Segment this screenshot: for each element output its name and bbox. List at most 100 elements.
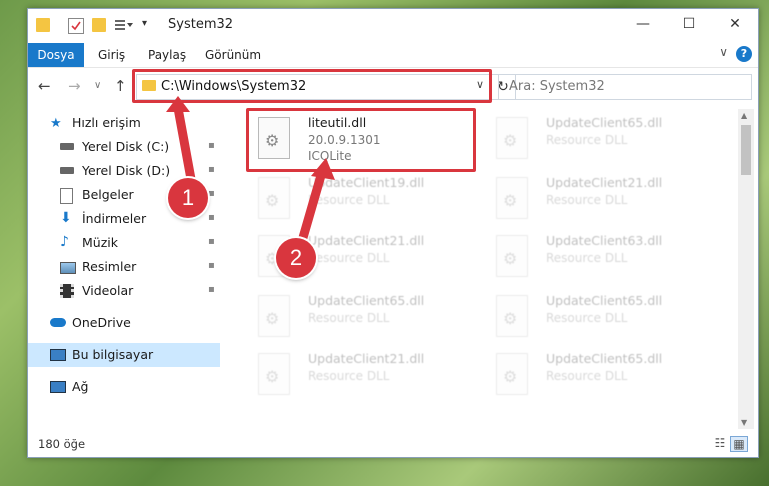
file-item[interactable]: ⚙ UpdateClient65.dll Resource DLL: [478, 291, 708, 347]
music-icon: ♪: [60, 234, 69, 250]
title-bar: ▾ System32 — ☐ ✕: [28, 9, 758, 41]
recent-locations-button[interactable]: ∨: [94, 80, 101, 91]
sidebar-item-local-disk-c[interactable]: Yerel Disk (C:) ▪: [28, 135, 220, 159]
file-name: UpdateClient21.dll: [546, 175, 663, 190]
customize-toolbar-icon[interactable]: [114, 18, 134, 32]
maximize-button[interactable]: ☐: [666, 9, 712, 39]
documents-icon: [60, 188, 73, 204]
drive-icon: [60, 167, 74, 174]
file-item[interactable]: ⚙ UpdateClient65.dll Resource DLL: [240, 291, 470, 347]
pin-icon[interactable]: ▪: [208, 236, 215, 247]
file-description: Resource DLL: [308, 193, 390, 207]
sidebar-item-label: Bu bilgisayar: [72, 347, 154, 362]
sidebar-item-label: Hızlı erişim: [72, 115, 141, 130]
file-item[interactable]: ⚙ UpdateClient65.dll Resource DLL: [478, 113, 708, 169]
step-badge-1: 1: [168, 178, 208, 218]
file-item[interactable]: ⚙ UpdateClient65.dll Resource DLL: [478, 349, 708, 405]
sidebar-item-label: Yerel Disk (D:): [82, 163, 171, 178]
dll-file-icon: ⚙: [496, 235, 528, 277]
sidebar-item-label: Resimler: [82, 259, 137, 274]
sidebar-item-quick-access[interactable]: ★ Hızlı erişim: [28, 111, 220, 135]
scroll-thumb[interactable]: [741, 125, 751, 175]
pin-icon[interactable]: ▪: [208, 212, 215, 223]
file-description: Resource DLL: [546, 133, 628, 147]
pin-icon[interactable]: ▪: [208, 284, 215, 295]
file-name: UpdateClient65.dll: [546, 351, 663, 366]
new-folder-icon[interactable]: [92, 18, 106, 32]
file-name: UpdateClient63.dll: [546, 233, 663, 248]
vertical-scrollbar[interactable]: ▲ ▼: [738, 109, 754, 429]
file-description: Resource DLL: [546, 311, 628, 325]
dll-file-icon: ⚙: [258, 353, 290, 395]
file-description: Resource DLL: [546, 369, 628, 383]
sidebar-item-label: Videolar: [82, 283, 134, 298]
help-icon[interactable]: ?: [736, 46, 752, 62]
file-item[interactable]: ⚙ UpdateClient21.dll Resource DLL: [240, 231, 470, 287]
file-name: UpdateClient65.dll: [308, 293, 425, 308]
pin-icon[interactable]: ▪: [208, 140, 215, 151]
dll-file-icon: ⚙: [258, 295, 290, 337]
file-name: UpdateClient21.dll: [308, 233, 425, 248]
file-description: Resource DLL: [546, 251, 628, 265]
network-icon: [50, 381, 66, 393]
minimize-button[interactable]: —: [620, 9, 666, 39]
file-item[interactable]: ⚙ UpdateClient63.dll Resource DLL: [478, 231, 708, 287]
dll-file-icon: ⚙: [258, 177, 290, 219]
tab-file[interactable]: Dosya: [28, 43, 84, 67]
step-badge-2: 2: [276, 238, 316, 278]
file-item[interactable]: ⚙ UpdateClient21.dll Resource DLL: [240, 349, 470, 405]
file-highlight: [246, 108, 476, 172]
search-placeholder: Ara: System32: [509, 79, 605, 94]
tab-share[interactable]: Paylaş: [148, 43, 186, 67]
sidebar-item-this-pc[interactable]: Bu bilgisayar: [28, 343, 220, 367]
close-button[interactable]: ✕: [712, 9, 758, 39]
pin-icon[interactable]: ▪: [208, 260, 215, 271]
dll-file-icon: ⚙: [496, 353, 528, 395]
up-button[interactable]: ↑: [114, 77, 127, 95]
sidebar-item-pictures[interactable]: Resimler ▪: [28, 255, 220, 279]
navigation-pane: ★ Hızlı erişim Yerel Disk (C:) ▪ Yerel D…: [28, 109, 220, 429]
collapse-ribbon-icon[interactable]: ∨: [719, 45, 728, 59]
dll-file-icon: ⚙: [496, 117, 528, 159]
file-item[interactable]: ⚙ UpdateClient19.dll Resource DLL: [240, 173, 470, 229]
scroll-down-icon[interactable]: ▼: [741, 418, 747, 427]
drive-icon: [60, 143, 74, 150]
file-name: UpdateClient65.dll: [546, 115, 663, 130]
details-view-icon[interactable]: ☷: [712, 436, 728, 450]
search-input[interactable]: Ara: System32: [498, 74, 752, 100]
sidebar-item-music[interactable]: ♪ Müzik ▪: [28, 231, 220, 255]
sidebar-item-network[interactable]: Ağ: [28, 375, 220, 399]
item-count: 180 öğe: [38, 437, 86, 451]
file-name: UpdateClient65.dll: [546, 293, 663, 308]
folder-icon: [36, 18, 50, 32]
file-name: UpdateClient21.dll: [308, 351, 425, 366]
properties-icon[interactable]: [68, 18, 84, 34]
chevron-down-icon[interactable]: ▾: [142, 18, 156, 32]
download-icon: ⬇: [60, 210, 72, 226]
dll-file-icon: ⚙: [496, 177, 528, 219]
pin-icon[interactable]: ▪: [208, 164, 215, 175]
sidebar-item-videos[interactable]: Videolar ▪: [28, 279, 220, 303]
tab-view[interactable]: Görünüm: [205, 43, 261, 67]
sidebar-item-label: İndirmeler: [82, 211, 147, 226]
file-name: UpdateClient19.dll: [308, 175, 425, 190]
pin-icon[interactable]: ▪: [208, 188, 215, 199]
file-item[interactable]: ⚙ UpdateClient21.dll Resource DLL: [478, 173, 708, 229]
back-button[interactable]: ←: [38, 77, 51, 95]
window-title: System32: [168, 17, 234, 32]
sidebar-item-label: OneDrive: [72, 315, 131, 330]
sidebar-item-onedrive[interactable]: OneDrive: [28, 311, 220, 335]
tab-home[interactable]: Giriş: [98, 43, 125, 67]
ribbon: Dosya Giriş Paylaş Görünüm ∨ ?: [28, 41, 758, 68]
forward-button[interactable]: →: [68, 77, 81, 95]
status-bar: 180 öğe ☷ ▦: [28, 433, 758, 455]
dll-file-icon: ⚙: [496, 295, 528, 337]
large-icons-view-icon[interactable]: ▦: [730, 436, 748, 452]
scroll-up-icon[interactable]: ▲: [741, 111, 747, 120]
file-description: Resource DLL: [308, 369, 390, 383]
file-description: Resource DLL: [308, 311, 390, 325]
file-description: Resource DLL: [308, 251, 390, 265]
sidebar-item-label: Ağ: [72, 379, 89, 394]
computer-icon: [50, 349, 66, 361]
address-highlight: [132, 69, 492, 103]
